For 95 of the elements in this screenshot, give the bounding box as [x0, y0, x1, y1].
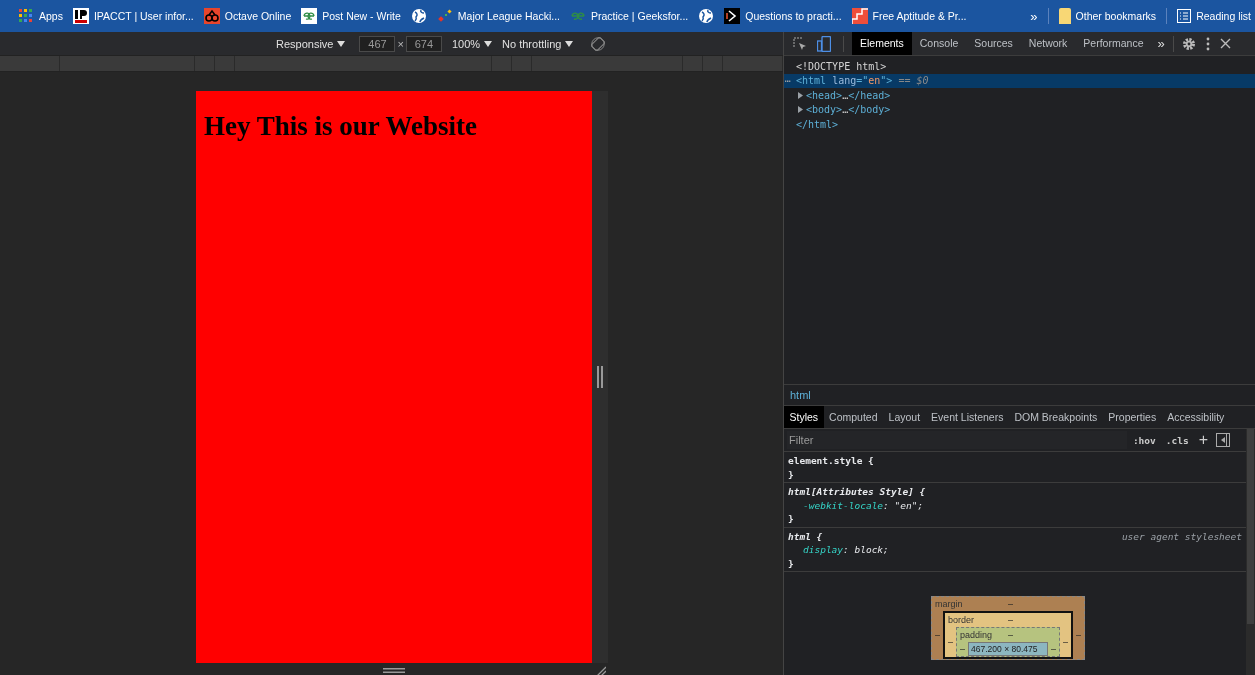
sidebar-tab[interactable]: Layout — [883, 406, 926, 428]
content-box[interactable]: 467.200 × 80.475 — [968, 642, 1048, 656]
width-field[interactable]: 467 — [359, 35, 396, 52]
bookmark[interactable]: Apps — [18, 8, 63, 24]
list-icon — [1177, 9, 1192, 23]
resize-handle[interactable] — [592, 91, 608, 663]
scrollbar[interactable] — [1246, 429, 1255, 675]
bookmark[interactable]: Questions to practi... — [724, 8, 842, 24]
box-value: – — [948, 637, 954, 647]
device-dropdown[interactable]: Responsive — [276, 37, 346, 50]
stairs-logo-icon — [851, 8, 868, 24]
filter-field[interactable]: Filter — [787, 431, 1127, 449]
caret-icon — [484, 40, 493, 47]
bookmark[interactable]: Octave Online — [203, 8, 292, 24]
margin-box[interactable]: margin – – border – – padding – – 467.200 × 80.475 – – – — [931, 596, 1085, 660]
panel-tab[interactable]: Sources — [966, 32, 1021, 55]
gutter-dots[interactable]: ⋯ — [785, 75, 791, 86]
dom-node[interactable]: </html> — [796, 118, 839, 130]
more-bookmarks-button[interactable]: » — [1030, 8, 1038, 24]
panel-tab[interactable]: Elements — [852, 32, 912, 55]
box-label: border — [948, 615, 975, 625]
bookmark[interactable] — [698, 8, 715, 24]
hov-toggle[interactable]: :hov — [1132, 434, 1156, 446]
corner-grip-icon[interactable] — [596, 666, 606, 675]
grip-icon — [383, 667, 405, 673]
css-selector: element.style { — [788, 454, 874, 468]
rule-source: user agent stylesheet — [1121, 529, 1242, 543]
folder-icon — [1058, 8, 1071, 24]
sidebar-toggle-icon[interactable] — [1216, 433, 1230, 447]
bookmark[interactable] — [410, 8, 427, 24]
css-declaration[interactable]: display: block; — [788, 543, 1242, 557]
box-value: – — [1008, 630, 1013, 640]
sidebar-tab[interactable]: Computed — [823, 406, 884, 428]
device-icon[interactable] — [817, 35, 831, 52]
bookmark[interactable]: Post New - Write — [301, 8, 401, 24]
play-logo-icon — [724, 8, 741, 24]
dom-node[interactable]: <head>…</head> — [806, 89, 891, 101]
bookmark[interactable]: Practice | Geeksfor... — [570, 8, 689, 24]
globe-icon — [698, 8, 715, 24]
page-heading: Hey This is our Website — [204, 111, 479, 142]
border-box[interactable]: border – – padding – – 467.200 × 80.475 – – — [943, 611, 1073, 659]
ip-logo-icon — [72, 8, 89, 24]
dom-node[interactable]: <body>…</body> — [806, 104, 891, 116]
zoom-dropdown[interactable]: 100% — [451, 37, 493, 50]
closing-brace: } — [788, 467, 795, 481]
sidebar-tab[interactable]: DOM Breakpoints — [1008, 406, 1103, 428]
box-value: – — [1008, 615, 1013, 625]
times-sign: × — [397, 37, 404, 50]
box-value: – — [1076, 630, 1081, 640]
new-rule-button[interactable]: + — [1198, 431, 1208, 449]
css-selector: html[Attributes Style] { — [788, 485, 926, 499]
octave-logo-icon — [203, 8, 220, 24]
globe-icon — [410, 8, 427, 24]
more-tabs-button[interactable]: » — [1151, 36, 1171, 51]
throttling-dropdown[interactable]: No throttling — [502, 37, 574, 50]
breadcrumb[interactable]: html — [784, 389, 817, 401]
panel-tab[interactable]: Network — [1020, 32, 1076, 55]
box-value: – — [1062, 637, 1068, 647]
grid-icon — [18, 8, 34, 24]
more-options-icon[interactable] — [1205, 36, 1210, 51]
settings-icon[interactable] — [1181, 36, 1196, 51]
css-selector: html { — [788, 529, 823, 543]
box-value: – — [935, 630, 940, 640]
rotate-icon[interactable] — [591, 36, 606, 51]
close-icon[interactable] — [1219, 38, 1231, 49]
sidebar-tab[interactable]: Accessibility — [1161, 406, 1230, 428]
box-value: – — [1008, 599, 1013, 609]
box-label: margin — [935, 599, 963, 609]
bookmark[interactable]: Free Aptitude & Pr... — [851, 8, 967, 24]
gfg-logo-icon — [301, 8, 318, 24]
sparkle-icon — [436, 8, 453, 24]
box-label: padding — [960, 630, 993, 640]
bookmark-folder[interactable]: Other bookmarks — [1058, 8, 1157, 24]
panel-tab[interactable]: Performance — [1075, 32, 1152, 55]
dom-node[interactable]: <html lang="en"> == $0 — [796, 75, 929, 87]
panel-tab[interactable]: Console — [911, 32, 967, 55]
bookmark[interactable]: Major League Hacki... — [436, 8, 560, 24]
sidebar-tab[interactable]: Properties — [1102, 406, 1162, 428]
cls-toggle[interactable]: .cls — [1165, 434, 1189, 446]
padding-box[interactable]: padding – – 467.200 × 80.475 – — [956, 627, 1060, 657]
caret-icon — [337, 40, 346, 47]
box-value: – — [960, 644, 966, 654]
height-field[interactable]: 674 — [405, 35, 442, 52]
sidebar-tab[interactable]: Event Listeners — [925, 406, 1009, 428]
inspect-icon[interactable] — [793, 36, 807, 51]
dom-node[interactable]: <!DOCTYPE html> — [796, 60, 887, 72]
closing-brace: } — [788, 556, 795, 570]
closing-brace: } — [788, 512, 795, 526]
bookmark[interactable]: IPACCT | User infor... — [72, 8, 194, 24]
css-declaration[interactable]: -webkit-locale: "en"; — [788, 498, 1242, 512]
grip-icon — [597, 366, 603, 388]
caret-icon — [565, 40, 574, 47]
box-value: – — [1050, 644, 1056, 654]
sidebar-tab[interactable]: Styles — [784, 406, 824, 428]
reading-list-button[interactable]: Reading list — [1177, 9, 1251, 23]
